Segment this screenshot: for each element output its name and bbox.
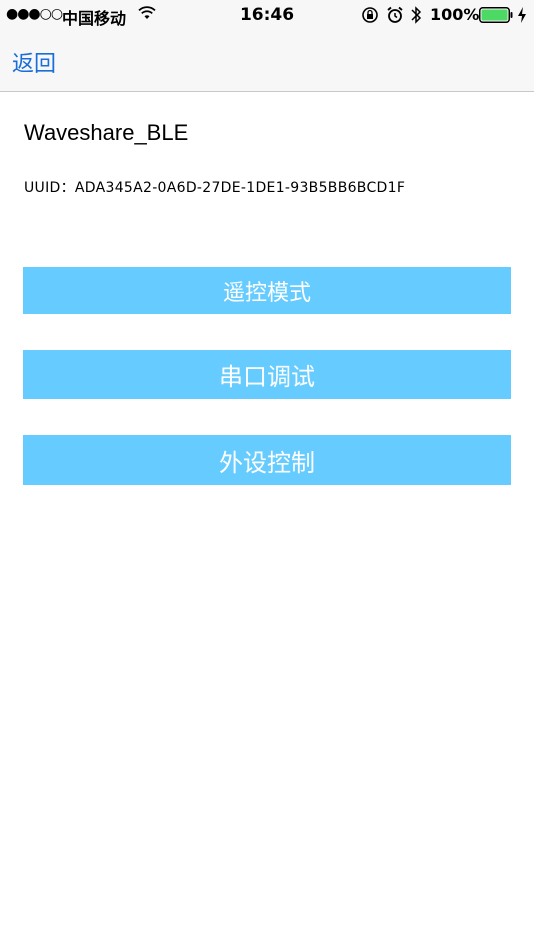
status-bar: ●●●○○ 中国移动 16:46 100% [0,0,534,30]
bluetooth-icon [411,6,422,24]
battery-percent: 100% [430,5,480,24]
charging-icon [518,7,526,23]
battery-icon [479,7,513,23]
remote-control-button[interactable]: 遥控模式 [23,267,511,314]
back-button[interactable]: 返回 [12,46,56,78]
navigation-bar: 返回 [0,30,534,92]
alarm-icon [387,6,403,23]
serial-debug-button[interactable]: 串口调试 [23,350,511,399]
device-name: Waveshare_BLE [24,120,189,145]
device-uuid: UUID：ADA345A2-0A6D-27DE-1DE1-93B5BB6BCD1… [24,180,406,196]
orientation-lock-icon [362,7,378,23]
peripheral-control-button[interactable]: 外设控制 [23,435,511,485]
